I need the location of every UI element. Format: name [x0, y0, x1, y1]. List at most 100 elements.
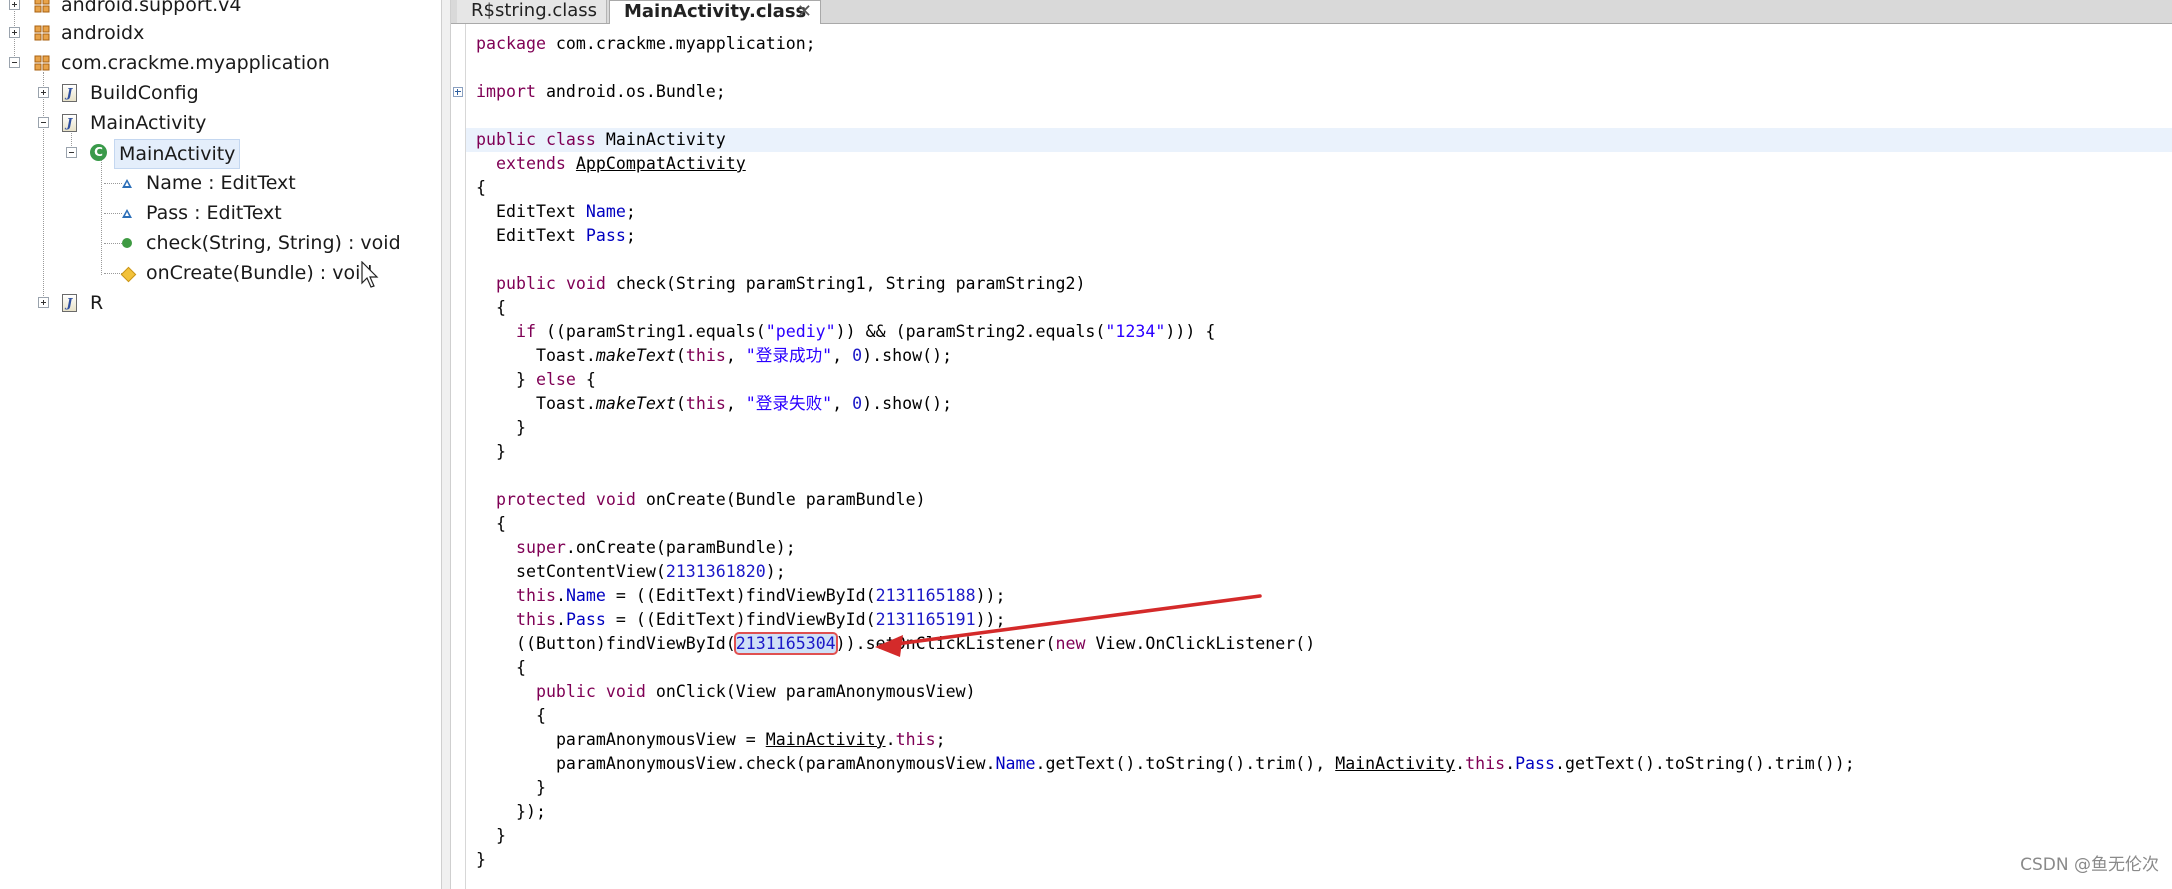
code-text: } — [495, 826, 506, 845]
string-literal: "pediy" — [765, 322, 836, 341]
keyword: void — [605, 682, 646, 701]
code-text: .getText().toString().trim()); — [1555, 754, 1855, 773]
code-text: } — [476, 850, 486, 869]
keyword: else — [535, 370, 576, 389]
code-line: public class MainActivity — [476, 128, 726, 152]
code-text: { — [495, 514, 506, 533]
field-name: Name — [565, 586, 606, 605]
field-name: Name — [585, 202, 626, 221]
code-line: extends AppCompatActivity — [476, 152, 746, 176]
code-line: { — [476, 512, 506, 536]
tree-item-mainactivity-file[interactable]: J MainActivity — [0, 109, 440, 137]
code-line: this.Name = ((EditText)findViewById(2131… — [476, 584, 1006, 608]
keyword: this — [515, 586, 556, 605]
tree-item-label: androidx — [61, 22, 145, 44]
code-line: } — [476, 440, 506, 464]
expand-icon[interactable] — [9, 27, 20, 38]
keyword: this — [515, 610, 556, 629]
tree-item-mainactivity-class[interactable]: C MainActivity — [0, 139, 440, 169]
code-line: EditText Pass; — [476, 224, 636, 248]
type-link[interactable]: MainActivity — [1335, 754, 1455, 773]
java-class-file-icon: J — [62, 84, 77, 102]
keyword: public — [535, 682, 596, 701]
code-text: View.OnClickListener() — [1085, 634, 1316, 653]
tree-item-label: BuildConfig — [90, 82, 199, 104]
fold-expand-icon[interactable] — [453, 87, 463, 97]
code-line: { — [476, 296, 506, 320]
expand-icon[interactable] — [38, 297, 49, 308]
collapse-icon[interactable] — [38, 117, 49, 128]
code-line: public void check(String paramString1, S… — [476, 272, 1085, 296]
expand-icon[interactable] — [9, 0, 20, 10]
expand-icon[interactable] — [38, 87, 49, 98]
package-icon — [34, 25, 50, 41]
code-text: { — [515, 658, 526, 677]
string-literal: "登录成功" — [745, 346, 833, 365]
type-link[interactable]: MainActivity — [766, 730, 886, 749]
java-class-file-icon: J — [62, 114, 77, 132]
code-line: public void onClick(View paramAnonymousV… — [476, 680, 976, 704]
code-line: { — [476, 178, 486, 197]
number-literal: 2131361820 — [665, 562, 766, 581]
tree-item-field-pass[interactable]: Pass : EditText — [0, 199, 440, 227]
package-icon — [34, 0, 50, 13]
close-tab-icon[interactable]: ✕ — [797, 1, 812, 23]
tree-item-label: R — [90, 292, 104, 314]
code-line: Toast.makeText(this, "登录成功", 0).show(); — [476, 344, 952, 368]
tab-r-string-class[interactable]: R$string.class — [457, 0, 607, 23]
keyword: public — [495, 274, 556, 293]
code-view[interactable]: package com.crackme.myapplication; impor… — [451, 24, 2172, 889]
keyword: import — [476, 82, 536, 101]
code-text: } — [535, 778, 546, 797]
code-text: android.os.Bundle; — [535, 82, 726, 101]
tree-item-label: com.crackme.myapplication — [61, 52, 330, 74]
tree-item-android-support-v4[interactable]: android.support.v4 — [0, 0, 440, 19]
tree-item-androidx[interactable]: androidx — [0, 19, 440, 47]
code-text: ( — [675, 394, 686, 413]
code-line: } — [476, 776, 546, 800]
panel-splitter[interactable] — [441, 0, 451, 889]
code-line: super.onCreate(paramBundle); — [476, 536, 796, 560]
type-link[interactable]: AppCompatActivity — [576, 154, 746, 173]
code-text: EditText — [495, 226, 586, 245]
selected-number-literal[interactable]: 2131165304 — [733, 632, 838, 655]
number-literal: 0 — [852, 346, 863, 365]
code-line: } — [476, 416, 526, 440]
keyword: package — [476, 34, 546, 53]
code-line: import android.os.Bundle; — [476, 80, 726, 104]
tree-item-method-check[interactable]: check(String, String) : void — [0, 229, 440, 257]
code-text: } — [515, 370, 536, 389]
collapse-icon[interactable] — [9, 57, 20, 68]
collapse-icon[interactable] — [66, 147, 77, 158]
editor-gutter — [451, 24, 466, 889]
keyword: this — [1465, 754, 1506, 773]
code-text: } — [515, 418, 526, 437]
code-line: this.Pass = ((EditText)findViewById(2131… — [476, 608, 1006, 632]
tab-label: R$string.class — [471, 0, 598, 21]
keyword: new — [1055, 634, 1086, 653]
code-text: , — [832, 394, 853, 413]
code-text: { — [535, 706, 546, 725]
tree-item-com-crackme-myapplication[interactable]: com.crackme.myapplication — [0, 49, 440, 77]
code-line: }); — [476, 800, 546, 824]
tree-item-r[interactable]: J R — [0, 289, 440, 317]
code-line: paramAnonymousView.check(paramAnonymousV… — [476, 752, 1855, 776]
code-text: )); — [975, 586, 1006, 605]
tab-label: MainActivity.class — [624, 1, 807, 22]
code-text: setContentView( — [515, 562, 666, 581]
keyword: this — [685, 346, 726, 365]
tab-mainactivity-class[interactable]: MainActivity.class ✕ — [609, 0, 821, 24]
code-text: ; — [935, 730, 946, 749]
code-text: . — [555, 610, 566, 629]
java-class-file-icon: J — [62, 294, 77, 312]
code-text: ; — [625, 226, 636, 245]
code-text: } — [495, 442, 506, 461]
code-line: ((Button)findViewById(2131165304)).setOn… — [476, 632, 1315, 656]
tree-item-buildconfig[interactable]: J BuildConfig — [0, 79, 440, 107]
code-text: paramAnonymousView.check(paramAnonymousV… — [555, 754, 996, 773]
string-literal: "登录失败" — [745, 394, 833, 413]
code-text: . — [1505, 754, 1516, 773]
tree-item-field-name[interactable]: Name : EditText — [0, 169, 440, 197]
code-text: . — [1455, 754, 1466, 773]
code-text: onClick(View paramAnonymousView) — [645, 682, 976, 701]
